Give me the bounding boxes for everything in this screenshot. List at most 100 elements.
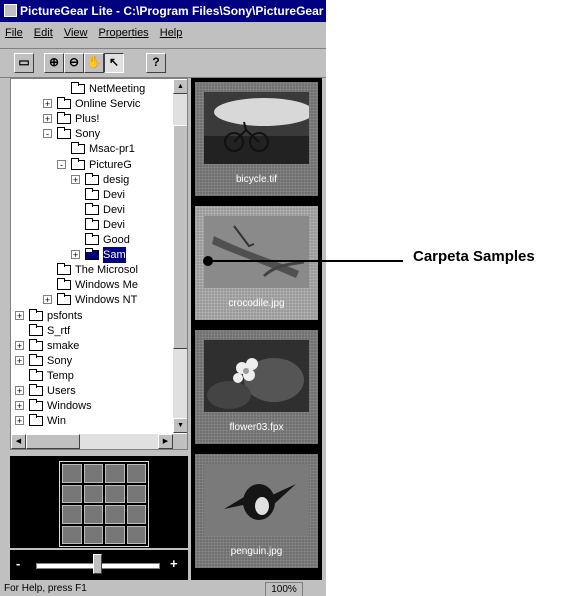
tree-item[interactable]: Msac-pr1 [59, 141, 167, 157]
tree-item[interactable]: Good [73, 232, 167, 248]
expand-icon[interactable]: + [71, 174, 80, 184]
folder-icon [57, 97, 71, 110]
scroll-down-button[interactable]: ▼ [173, 418, 187, 433]
tree-item[interactable]: + psfonts [15, 308, 167, 324]
thumbnail-flower03[interactable]: flower03.fpx [195, 330, 318, 444]
toolbar: ▭ ⊕ ⊖ ✋ ↖ ? [0, 48, 326, 78]
hand-tool-button[interactable]: ✋ [84, 53, 104, 73]
tree-item[interactable]: Windows Me [45, 277, 167, 293]
tree-item-label: smake [47, 339, 80, 352]
folder-icon [29, 308, 43, 321]
tree-vertical-scrollbar[interactable]: ▲ ▼ [173, 79, 187, 433]
folder-tree[interactable]: NetMeeting + Online Servic + Plus! - Sony Msac-… [10, 78, 188, 450]
collapse-icon[interactable]: - [57, 159, 66, 169]
app-window: PictureGear Lite - C:\Program Files\Sony… [0, 0, 326, 596]
thumbnail-caption: penguin.jpg [230, 546, 283, 557]
tree-item[interactable]: + Plus! [43, 111, 167, 127]
folder-icon [71, 82, 85, 94]
callout-label: Carpeta Samples [413, 248, 535, 265]
tree-item-label: Devi [103, 203, 126, 216]
expand-icon[interactable]: + [15, 340, 24, 350]
zoom-slider-thumb[interactable] [92, 554, 102, 574]
collapse-icon[interactable]: - [43, 129, 52, 139]
folder-icon [85, 172, 99, 185]
tree-item[interactable]: + desig [71, 172, 167, 188]
zoom-out-button[interactable]: ⊖ [64, 53, 84, 73]
tree-item[interactable]: - Sony [43, 126, 167, 142]
tree-item[interactable]: The Microsol [45, 262, 167, 278]
tree-item[interactable]: Temp [17, 368, 167, 384]
zoom-level: 100% [265, 582, 303, 596]
menu-help[interactable]: Help [160, 27, 183, 39]
folder-icon [85, 248, 99, 261]
tree-item[interactable]: + Windows [15, 398, 167, 414]
tree-item[interactable]: + Sam [71, 247, 167, 264]
print-button[interactable]: ▭ [14, 53, 34, 73]
tree-item[interactable]: Devi [73, 187, 167, 203]
tree-item[interactable]: Devi [73, 202, 167, 218]
tree-item[interactable]: + Online Servic [43, 96, 167, 112]
scroll-right-button[interactable]: ▶ [158, 434, 173, 449]
tree-item-label: psfonts [47, 309, 83, 322]
zoom-minus-label: - [16, 556, 21, 571]
folder-icon [57, 278, 71, 291]
hscroll-thumb[interactable] [26, 434, 80, 449]
tree-item[interactable]: + Windows NT [43, 292, 167, 308]
expand-icon[interactable]: + [15, 386, 24, 396]
tree-item[interactable]: + Sony [15, 353, 167, 369]
window-title: PictureGear Lite - C:\Program Files\Sony… [20, 4, 324, 18]
zoom-in-icon: ⊕ [48, 55, 60, 69]
scroll-thumb[interactable] [173, 125, 187, 349]
tree-item[interactable]: + smake [15, 338, 167, 354]
menu-file[interactable]: File [5, 27, 23, 39]
tree-item[interactable]: S_rtf [17, 323, 167, 339]
thumbnail-bicycle[interactable]: bicycle.tif [195, 82, 318, 196]
expand-icon[interactable]: + [71, 250, 80, 260]
thumbnail-image [204, 216, 309, 288]
tree-item-label: Devi [103, 188, 126, 201]
menu-view[interactable]: View [64, 27, 88, 39]
expand-icon[interactable]: + [43, 114, 52, 124]
tree-item-label: Win [47, 415, 66, 428]
folder-icon [85, 233, 99, 245]
menu-properties[interactable]: Properties [99, 27, 149, 39]
menu-bar: File Edit View Properties Help [0, 23, 326, 43]
tree-horizontal-scrollbar[interactable]: ◀ ▶ [11, 434, 173, 449]
tree-item-label: NetMeeting [89, 83, 146, 95]
tree-item[interactable]: + Users [15, 383, 167, 399]
thumbnail-panel[interactable]: bicycle.tif crocodile.jpg flower03.fpx p… [191, 78, 322, 580]
scroll-up-button[interactable]: ▲ [173, 79, 187, 94]
tree-item[interactable]: + Win [15, 413, 167, 429]
hand-icon: ✋ [86, 55, 102, 69]
folder-icon [29, 368, 43, 381]
folder-icon [85, 217, 99, 230]
tree-item[interactable]: NetMeeting [59, 81, 167, 97]
help-button[interactable]: ? [146, 53, 166, 73]
tree-item-label: Users [47, 385, 76, 397]
tree-item-label: S_rtf [47, 324, 71, 337]
expand-icon[interactable]: + [15, 355, 24, 365]
expand-icon[interactable]: + [43, 99, 52, 109]
help-icon: ? [152, 55, 160, 69]
folder-icon [29, 338, 43, 351]
tree-item[interactable]: Devi [73, 217, 167, 233]
navigator-preview[interactable] [10, 456, 188, 548]
expand-icon[interactable]: + [15, 401, 24, 411]
tree-item-label: Windows Me [75, 279, 138, 292]
tree-item[interactable]: - PictureG [57, 157, 167, 173]
expand-icon[interactable]: + [43, 295, 52, 305]
zoom-plus-label: + [170, 556, 178, 571]
zoom-in-button[interactable]: ⊕ [44, 53, 64, 73]
thumbnail-caption: bicycle.tif [235, 174, 278, 185]
pointer-tool-button[interactable]: ↖ [104, 53, 124, 73]
expand-icon[interactable]: + [15, 310, 24, 320]
thumbnail-crocodile[interactable]: crocodile.jpg [195, 206, 318, 320]
menu-edit[interactable]: Edit [34, 27, 53, 39]
expand-icon[interactable]: + [15, 416, 24, 426]
folder-icon [29, 384, 43, 396]
tree-item-label: Sony [47, 354, 73, 367]
pointer-icon: ↖ [108, 55, 120, 69]
thumbnail-penguin[interactable]: penguin.jpg [195, 454, 318, 568]
scroll-left-button[interactable]: ◀ [11, 434, 26, 449]
folder-icon [85, 187, 99, 200]
